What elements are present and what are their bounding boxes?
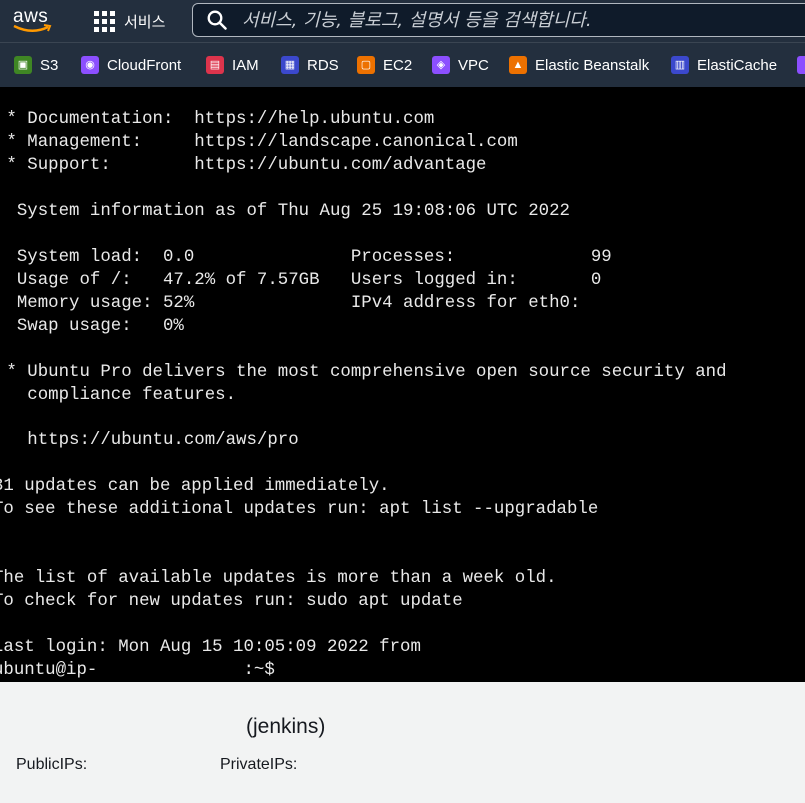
favorites-bar: ▣ S3 ◉ CloudFront ▤ IAM ▦ RDS ▢ EC2 ◈ VP… [0,42,805,87]
favorite-label: RDS [307,56,339,74]
terminal-line: To check for new updates run: sudo apt u… [0,592,463,611]
instance-name: (jenkins) [246,715,326,738]
terminal-line: System load: 0.0 Processes: 99 [0,248,612,267]
terminal-line: https://ubuntu.com/aws/pro [0,431,299,450]
favorite-iam[interactable]: ▤ IAM [206,55,259,75]
ec2-icon: ▢ [357,56,375,74]
search-icon [207,10,227,30]
favorite-label: CloudFront [107,56,182,74]
terminal-line: * Documentation: https://help.ubuntu.com [0,110,435,129]
favorite-label: Elastic Beanstalk [535,56,650,74]
aws-logo[interactable]: aws [12,6,54,36]
grid-icon [94,10,115,32]
favorite-label: S3 [40,56,59,74]
favorite-label: IAM [232,56,259,74]
aws-top-bar: aws 서비스 [0,0,805,42]
terminal-output[interactable]: * Documentation: https://help.ubuntu.com… [0,87,805,682]
terminal-line: System information as of Thu Aug 25 19:0… [0,202,570,221]
iam-icon: ▤ [206,56,224,74]
terminal-line: Usage of /: 47.2% of 7.57GB Users logged… [0,271,602,290]
cloudfront-icon: ◉ [81,56,99,74]
favorite-label: ElastiCache [697,56,778,74]
s3-icon: ▣ [14,56,32,74]
terminal-prompt[interactable]: ubuntu@ip- :~$ [0,659,285,682]
services-menu-button[interactable]: 서비스 [94,10,165,32]
services-label: 서비스 [124,13,166,31]
favorite-cloudfront[interactable]: ◉ CloudFront [81,55,181,75]
search-input[interactable] [240,8,804,32]
terminal-line: Last login: Mon Aug 15 10:05:09 2022 fro… [0,638,421,657]
terminal-line: compliance features. [0,386,237,405]
overflow-service-icon [797,56,805,74]
favorite-s3[interactable]: ▣ S3 [14,55,58,75]
terminal-line: Memory usage: 52% IPv4 address for eth0: [0,294,581,313]
terminal-line: * Ubuntu Pro delivers the most comprehen… [0,363,727,382]
elasticache-icon: ▥ [671,56,689,74]
favorite-rds[interactable]: ▦ RDS [281,55,339,75]
search-box[interactable] [192,3,805,37]
vpc-icon: ◈ [432,56,450,74]
private-ips-label: PrivateIPs: [220,756,298,773]
instance-info-panel: (jenkins) PublicIPs: PrivateIPs: [0,682,805,803]
terminal-line: To see these additional updates run: apt… [0,500,599,519]
favorite-elasticache[interactable]: ▥ ElastiCache [671,55,777,75]
favorite-label: EC2 [383,56,413,74]
favorite-overflow[interactable] [797,55,805,75]
favorite-elastic-beanstalk[interactable]: ▲ Elastic Beanstalk [509,55,649,75]
elastic-beanstalk-icon: ▲ [509,56,527,74]
terminal-line: The list of available updates is more th… [0,569,557,588]
public-ips-label: PublicIPs: [16,756,88,773]
aws-smile-icon [13,24,52,32]
rds-icon: ▦ [281,56,299,74]
terminal-line: * Management: https://landscape.canonica… [0,133,518,152]
terminal-line: Swap usage: 0% [0,317,184,336]
terminal-line: 31 updates can be applied immediately. [0,477,390,496]
favorite-ec2[interactable]: ▢ EC2 [357,55,412,75]
terminal-line: * Support: https://ubuntu.com/advantage [0,156,487,175]
favorite-label: VPC [458,56,489,74]
favorite-vpc[interactable]: ◈ VPC [432,55,489,75]
